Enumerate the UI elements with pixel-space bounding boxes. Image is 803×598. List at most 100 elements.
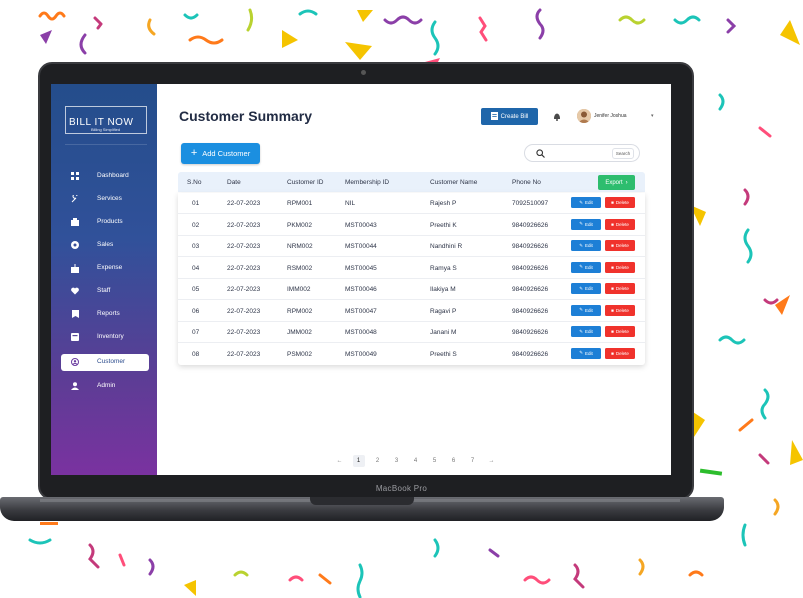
cell-customer-name: Ilakiya M (430, 286, 456, 293)
laptop-notch (310, 497, 414, 505)
sidebar-item-inventory[interactable]: Inventory (61, 329, 149, 346)
export-label: Export (605, 179, 623, 186)
edit-button[interactable]: ✎ Edit (571, 326, 601, 337)
cell-sno: 08 (192, 350, 200, 358)
page-number: 1 (352, 455, 365, 467)
sidebar-item-label: Services (97, 195, 122, 202)
sidebar-item-admin[interactable]: Admin (61, 378, 149, 395)
cell-customer-name: Rajesh P (430, 200, 457, 207)
create-bill-button[interactable]: Create Bill (481, 108, 538, 125)
sidebar-item-reports[interactable]: Reports (61, 306, 149, 323)
delete-button[interactable]: ■ Delete (605, 218, 635, 230)
sidebar-item-label: Reports (97, 310, 120, 317)
column-header-date: Date (227, 179, 241, 186)
sidebar-item-staff[interactable]: Staff (61, 283, 149, 300)
table-row: 03 22-07-2023 NRM002 MST00044 Nandhini R… (178, 236, 645, 257)
avatar[interactable] (577, 109, 591, 123)
delete-button[interactable]: ■ Delete (605, 261, 635, 273)
sidebar-item-label: Dashboard (97, 172, 129, 179)
edit-button[interactable]: ✎ Edit (571, 218, 601, 230)
chevron-down-icon[interactable]: ▾ (651, 113, 654, 119)
create-bill-label: Create Bill (500, 113, 529, 120)
edit-button[interactable]: ✎ Edit (571, 283, 601, 294)
delete-button[interactable]: ■ Delete (605, 304, 635, 316)
edit-icon: ✎ (579, 285, 583, 291)
sidebar-item-customer[interactable]: Customer (61, 354, 149, 371)
cell-customer-id: PSM002 (287, 350, 312, 358)
edit-button[interactable]: ✎ Edit (571, 197, 601, 208)
next-page-button[interactable]: → (482, 454, 501, 468)
edit-icon: ✎ (579, 307, 583, 312)
bell-icon[interactable] (553, 112, 561, 121)
search-button[interactable]: Search (612, 148, 634, 159)
column-header-sno: S.No (187, 179, 202, 186)
edit-icon: ✎ (579, 264, 583, 269)
cell-customer-name: Ragavi P (430, 307, 457, 315)
sidebar-item-sales[interactable]: Sales (61, 237, 149, 254)
edit-label: Edit (585, 329, 593, 334)
sidebar-divider (65, 144, 147, 145)
table-row: 01 22-07-2023 RPM001 NIL Rajesh P 709251… (178, 193, 645, 214)
page-2-button[interactable]: 2 (368, 454, 387, 468)
chevron-right-icon: › (625, 179, 628, 186)
trash-icon: ■ (611, 200, 614, 205)
page-7-button[interactable]: 7 (463, 454, 482, 468)
delete-button[interactable]: ■ Delete (605, 240, 635, 251)
add-customer-button[interactable]: + Add Customer (181, 143, 260, 164)
edit-button[interactable]: ✎ Edit (571, 240, 601, 251)
delete-button[interactable]: ■ Delete (605, 283, 635, 294)
cell-sno: 06 (192, 307, 200, 315)
edit-button[interactable]: ✎ Edit (571, 347, 601, 359)
add-customer-label: Add Customer (202, 149, 251, 158)
sidebar-item-label: Products (97, 218, 123, 225)
column-header-membership-id: Membership ID (345, 179, 390, 186)
sales-icon (71, 241, 79, 249)
app-screen: BILL IT NOW Billing Simplified Dashboard… (51, 84, 671, 475)
sidebar-item-label: Customer (97, 358, 126, 365)
page-6-button[interactable]: 6 (444, 454, 463, 468)
page-3-button[interactable]: 3 (387, 454, 406, 468)
cell-date: 22-07-2023 (227, 200, 261, 207)
trash-icon: ■ (611, 221, 614, 227)
page-5-button[interactable]: 5 (425, 454, 444, 468)
page-4-button[interactable]: 4 (406, 454, 425, 468)
delete-label: Delete (615, 264, 629, 270)
sidebar-item-label: Expense (97, 264, 123, 271)
table-row: 02 22-07-2023 PKM002 MST00043 Preethi K … (178, 215, 645, 236)
cell-date: 22-07-2023 (227, 286, 261, 293)
sidebar-item-products[interactable]: Products (61, 214, 149, 231)
cell-customer-id: RPM001 (287, 200, 313, 207)
sidebar-item-dashboard[interactable]: Dashboard (61, 168, 149, 185)
cell-customer-name: Preethi S (430, 350, 457, 358)
cell-phone: 9840926626 (512, 286, 549, 293)
sidebar-item-expense[interactable]: Expense (61, 260, 149, 277)
plus-icon: + (190, 147, 198, 159)
export-button[interactable]: Export › (598, 175, 635, 190)
trash-icon: ■ (611, 307, 614, 313)
edit-button[interactable]: ✎ Edit (571, 304, 601, 316)
column-header-customer-id: Customer ID (287, 179, 324, 186)
sidebar-item-label: Admin (97, 382, 116, 389)
cell-customer-name: Janani M (430, 329, 457, 336)
edit-icon: ✎ (579, 350, 583, 355)
delete-button[interactable]: ■ Delete (605, 347, 635, 359)
edit-label: Edit (585, 200, 593, 205)
sidebar-item-services[interactable]: Services (61, 191, 149, 208)
table-header: S.No Date Customer ID Membership ID Cust… (178, 172, 645, 192)
cell-phone: 9840926626 (512, 350, 549, 358)
user-name[interactable]: Jenifer Joshua (594, 113, 627, 119)
edit-label: Edit (585, 221, 593, 227)
edit-button[interactable]: ✎ Edit (571, 261, 601, 273)
edit-icon: ✎ (579, 242, 583, 248)
search-input[interactable] (549, 148, 609, 159)
cell-customer-name: Ramya S (430, 264, 457, 272)
delete-button[interactable]: ■ Delete (605, 197, 635, 208)
delete-button[interactable]: ■ Delete (605, 326, 635, 337)
services-icon (71, 195, 79, 203)
column-header-phone: Phone No (512, 179, 541, 186)
page-1-button[interactable]: 1 (349, 454, 368, 468)
prev-page-button[interactable]: ← (330, 454, 349, 468)
table-row: 07 22-07-2023 JMM002 MST00048 Janani M 9… (178, 322, 645, 343)
cell-customer-name: Preethi K (430, 221, 457, 229)
cell-membership-id: NIL (345, 200, 356, 207)
